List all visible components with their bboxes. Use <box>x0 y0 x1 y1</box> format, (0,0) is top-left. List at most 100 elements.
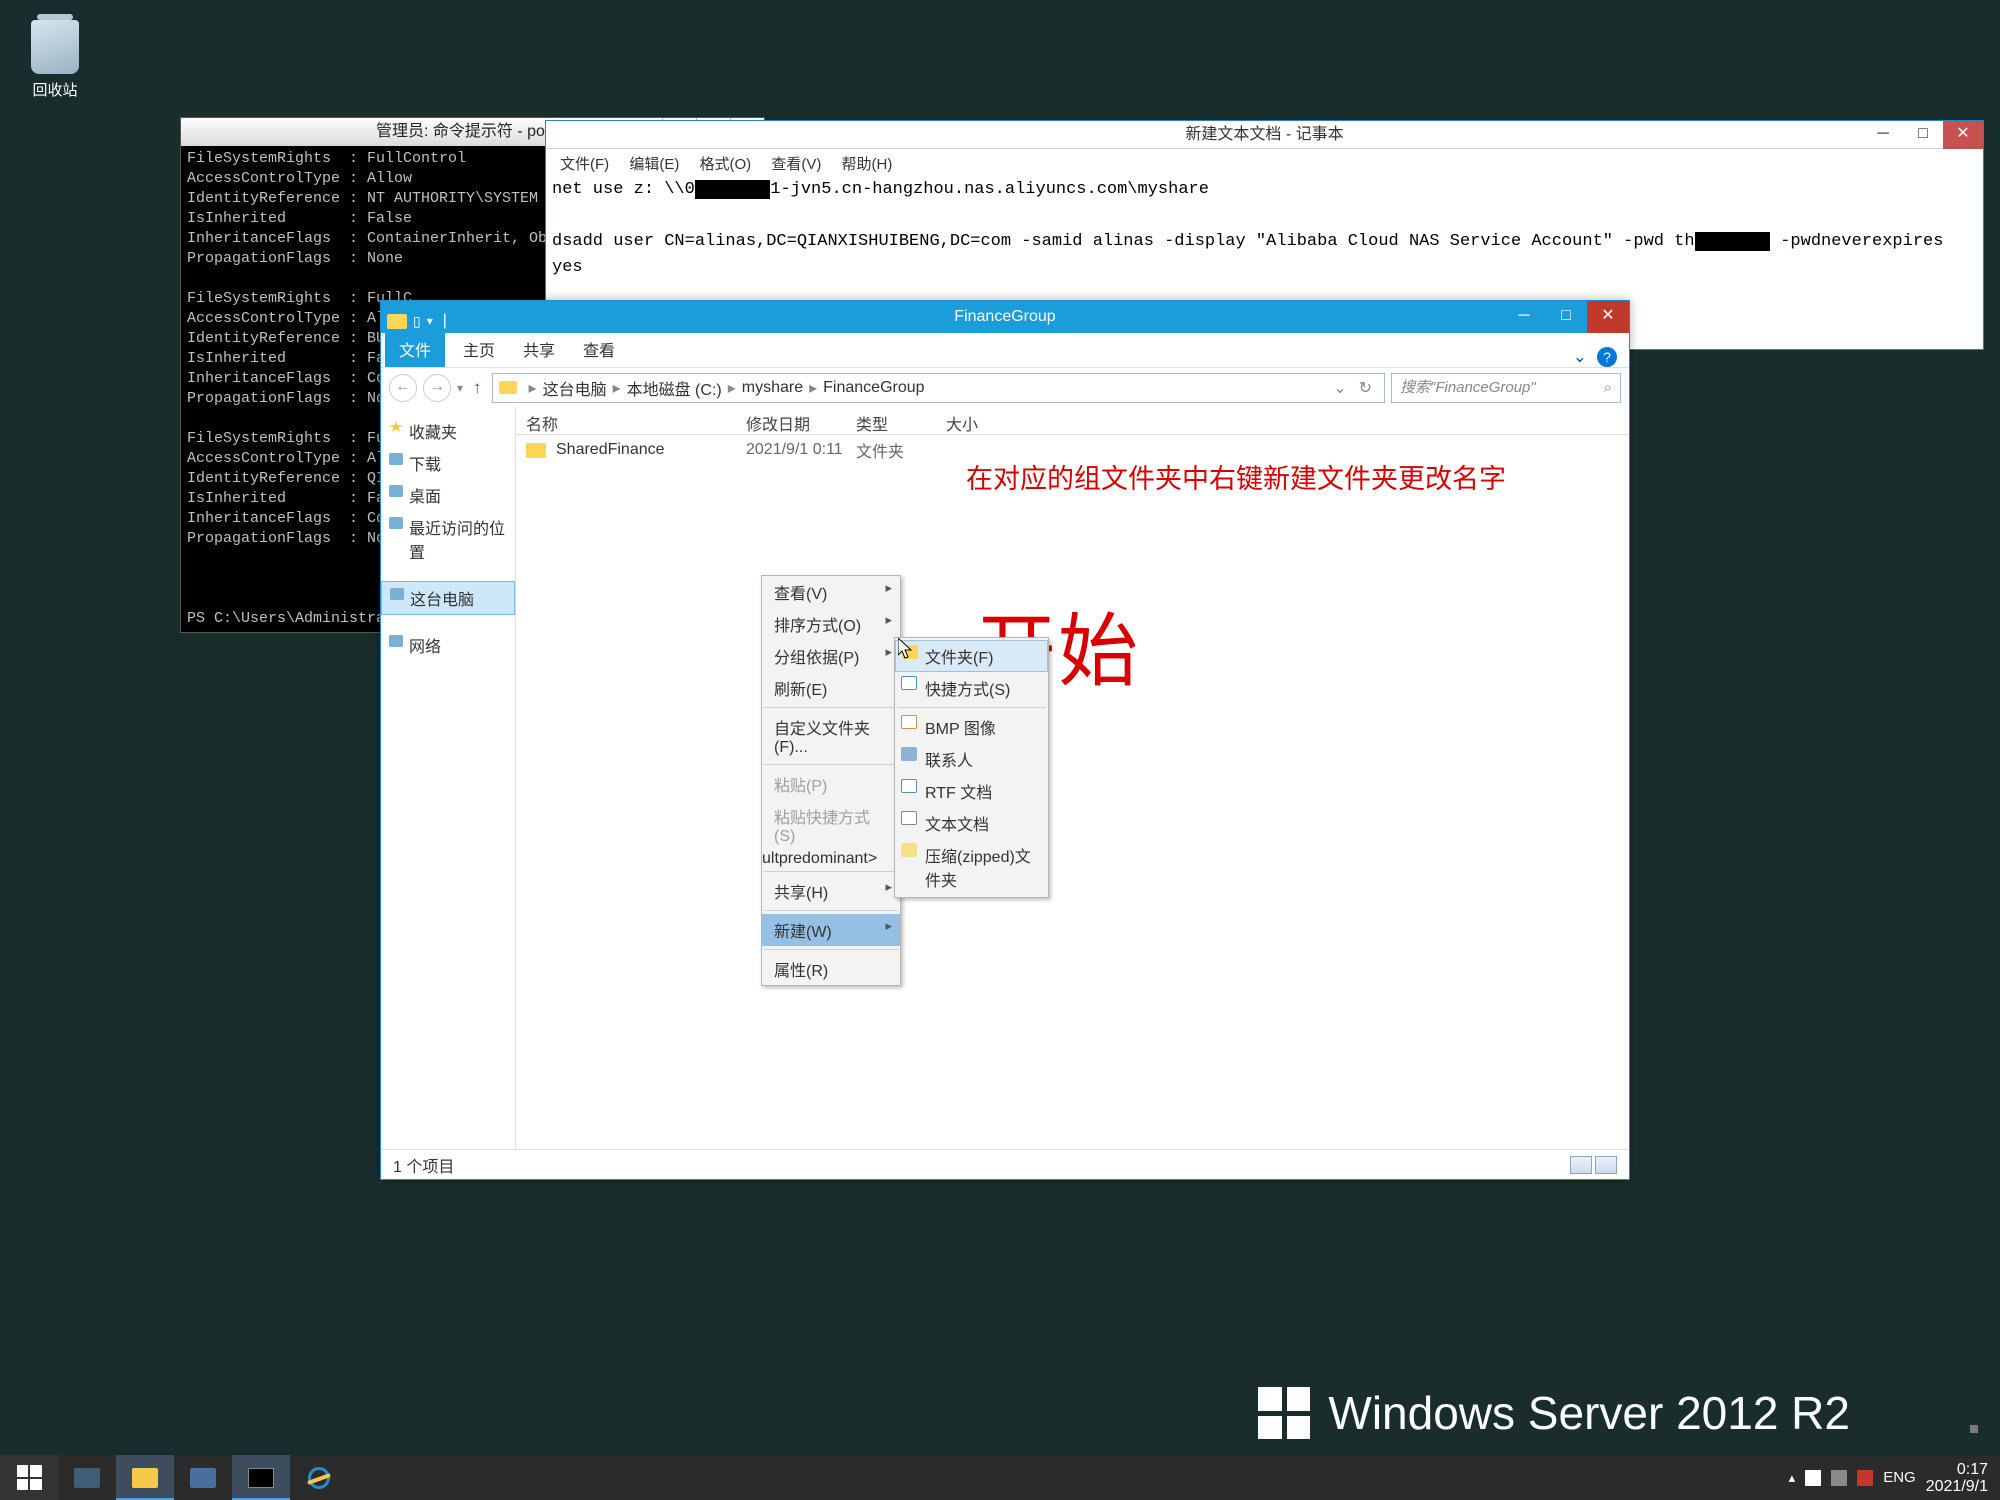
annotation-instruction: 在对应的组文件夹中右键新建文件夹更改名字 <box>966 457 1506 496</box>
tab-view[interactable]: 查看 <box>569 331 629 367</box>
icons-view-icon[interactable] <box>1595 1156 1617 1174</box>
file-type: 文件夹 <box>856 438 946 462</box>
tray-up-icon[interactable]: ▴ <box>1789 1470 1796 1486</box>
menu-help[interactable]: 帮助(H) <box>834 149 901 178</box>
status-text: 1 个项目 <box>393 1153 454 1177</box>
col-name[interactable]: 名称 <box>516 407 736 434</box>
bmp-icon <box>901 715 917 729</box>
tray-sound-icon[interactable] <box>1857 1470 1873 1486</box>
tray-network-icon[interactable] <box>1831 1470 1847 1486</box>
sidebar-pc[interactable]: 这台电脑 <box>381 581 515 615</box>
shortcut-icon <box>901 676 917 690</box>
sub-rtf[interactable]: RTF 文档 <box>895 775 1048 807</box>
system-tray: ▴ ENG 0:17 2021/9/1 <box>1789 1461 2000 1495</box>
address-bar-row: ← → ▾ ↑ ▸ 这台电脑 ▸ 本地磁盘 (C:) ▸ myshare ▸ F… <box>381 367 1629 407</box>
col-date[interactable]: 修改日期 <box>736 407 846 434</box>
file-name: SharedFinance <box>556 441 746 459</box>
status-bar: 1 个项目 <box>381 1149 1629 1179</box>
new-submenu: 文件夹(F) 快捷方式(S) BMP 图像 联系人 RTF 文档 文本文档 压缩… <box>894 637 1049 898</box>
menu-file[interactable]: 文件(F) <box>552 149 617 178</box>
sidebar: 收藏夹 下载 桌面 最近访问的位置 这台电脑 网络 <box>381 407 516 1149</box>
file-pane[interactable]: 名称 修改日期 类型 大小 SharedFinance 2021/9/1 0:1… <box>516 407 1629 1149</box>
ctx-properties[interactable]: 属性(R) <box>762 953 900 985</box>
windows-watermark: Windows Server 2012 R2 <box>1258 1386 1850 1440</box>
ctx-new[interactable]: 新建(W) <box>762 914 900 946</box>
notepad-title-text: 新建文本文档 - 记事本 <box>1185 126 1343 143</box>
col-type[interactable]: 类型 <box>846 407 936 434</box>
forward-button[interactable]: → <box>423 374 451 402</box>
explorer-title-text: FinanceGroup <box>954 308 1055 325</box>
watermark-dot <box>1970 1425 1978 1433</box>
minimize-button[interactable]: ─ <box>1503 301 1545 333</box>
notepad-titlebar[interactable]: 新建文本文档 - 记事本 ─ □ ✕ <box>546 121 1983 149</box>
back-button[interactable]: ← <box>389 374 417 402</box>
taskbar-ie[interactable] <box>290 1455 348 1500</box>
sub-bmp[interactable]: BMP 图像 <box>895 711 1048 743</box>
context-menu: 查看(V) 排序方式(O) 分组依据(P) 刷新(E) 自定义文件夹(F)...… <box>761 575 901 986</box>
sidebar-desktop[interactable]: 桌面 <box>381 479 515 511</box>
tab-home[interactable]: 主页 <box>449 331 509 367</box>
cmd-title-text: 管理员: 命令提示符 - pow... <box>376 123 569 140</box>
search-input[interactable]: 搜索"FinanceGroup" ⌕ <box>1391 373 1621 403</box>
maximize-button[interactable]: □ <box>1903 121 1943 149</box>
ribbon-expand-icon[interactable]: ⌄ <box>1573 347 1587 367</box>
sub-shortcut[interactable]: 快捷方式(S) <box>895 672 1048 704</box>
col-size[interactable]: 大小 <box>936 407 1016 434</box>
close-button[interactable]: ✕ <box>1587 301 1629 333</box>
menu-view[interactable]: 查看(V) <box>763 149 829 178</box>
ctx-group[interactable]: 分组依据(P) <box>762 640 900 672</box>
ribbon-tabs: 文件 主页 共享 查看 ⌄ ? <box>381 333 1629 367</box>
sub-txt[interactable]: 文本文档 <box>895 807 1048 839</box>
ctx-customize[interactable]: 自定义文件夹(F)... <box>762 711 900 761</box>
file-date: 2021/9/1 0:11 <box>746 441 856 459</box>
details-view-icon[interactable] <box>1570 1156 1592 1174</box>
explorer-titlebar[interactable]: ▯ ▾ | FinanceGroup ─ □ ✕ <box>381 301 1629 333</box>
folder-icon <box>387 314 407 329</box>
recent-dropdown[interactable]: ▾ <box>457 381 463 395</box>
close-button[interactable]: ✕ <box>1943 121 1983 149</box>
address-bar[interactable]: ▸ 这台电脑 ▸ 本地磁盘 (C:) ▸ myshare ▸ FinanceGr… <box>492 373 1385 403</box>
crumb-pc[interactable]: 这台电脑 <box>543 376 607 400</box>
crumb-myshare[interactable]: myshare <box>742 379 803 397</box>
menu-edit[interactable]: 编辑(E) <box>621 149 687 178</box>
help-icon[interactable]: ? <box>1597 347 1617 367</box>
language-indicator[interactable]: ENG <box>1883 1469 1916 1486</box>
sub-folder[interactable]: 文件夹(F) <box>895 640 1048 672</box>
qat-open-icon[interactable]: ▯ <box>413 305 421 337</box>
crumb-disk[interactable]: 本地磁盘 (C:) <box>627 376 722 400</box>
ctx-view[interactable]: 查看(V) <box>762 576 900 608</box>
clock[interactable]: 0:17 2021/9/1 <box>1926 1461 1988 1495</box>
sidebar-network[interactable]: 网络 <box>381 629 515 661</box>
explorer-window[interactable]: ▯ ▾ | FinanceGroup ─ □ ✕ 文件 主页 共享 查看 ⌄ ?… <box>380 300 1630 1180</box>
menu-format[interactable]: 格式(O) <box>692 149 760 178</box>
start-button[interactable] <box>0 1455 58 1500</box>
address-dropdown-icon[interactable]: ⌄ <box>1327 378 1352 398</box>
minimize-button[interactable]: ─ <box>1863 121 1903 149</box>
column-headers: 名称 修改日期 类型 大小 <box>516 407 1629 435</box>
taskbar-explorer[interactable] <box>116 1455 174 1500</box>
up-button[interactable]: ↑ <box>469 378 486 398</box>
contact-icon <box>901 747 917 761</box>
taskbar-cmd[interactable] <box>232 1455 290 1500</box>
ctx-refresh[interactable]: 刷新(E) <box>762 672 900 704</box>
qat-dropdown-icon[interactable]: ▾ <box>427 305 433 337</box>
sub-contact[interactable]: 联系人 <box>895 743 1048 775</box>
maximize-button[interactable]: □ <box>1545 301 1587 333</box>
taskbar-server-manager[interactable] <box>58 1455 116 1500</box>
refresh-icon[interactable]: ↻ <box>1353 378 1378 398</box>
ctx-paste: 粘贴(P) <box>762 768 900 800</box>
tray-flag-icon[interactable] <box>1805 1470 1821 1486</box>
ctx-sort[interactable]: 排序方式(O) <box>762 608 900 640</box>
taskbar: ▴ ENG 0:17 2021/9/1 <box>0 1455 2000 1500</box>
ctx-paste-shortcut: 粘贴快捷方式(S) <box>762 800 900 850</box>
rtf-icon <box>901 779 917 793</box>
recycle-bin[interactable]: 回收站 <box>20 20 90 100</box>
sidebar-favorites[interactable]: 收藏夹 <box>381 415 515 447</box>
sidebar-recent[interactable]: 最近访问的位置 <box>381 511 515 567</box>
ctx-share[interactable]: 共享(H) <box>762 875 900 907</box>
taskbar-app[interactable] <box>174 1455 232 1500</box>
crumb-folder[interactable]: FinanceGroup <box>823 379 924 397</box>
tab-share[interactable]: 共享 <box>509 331 569 367</box>
sidebar-downloads[interactable]: 下载 <box>381 447 515 479</box>
sub-zip[interactable]: 压缩(zipped)文件夹 <box>895 839 1048 895</box>
